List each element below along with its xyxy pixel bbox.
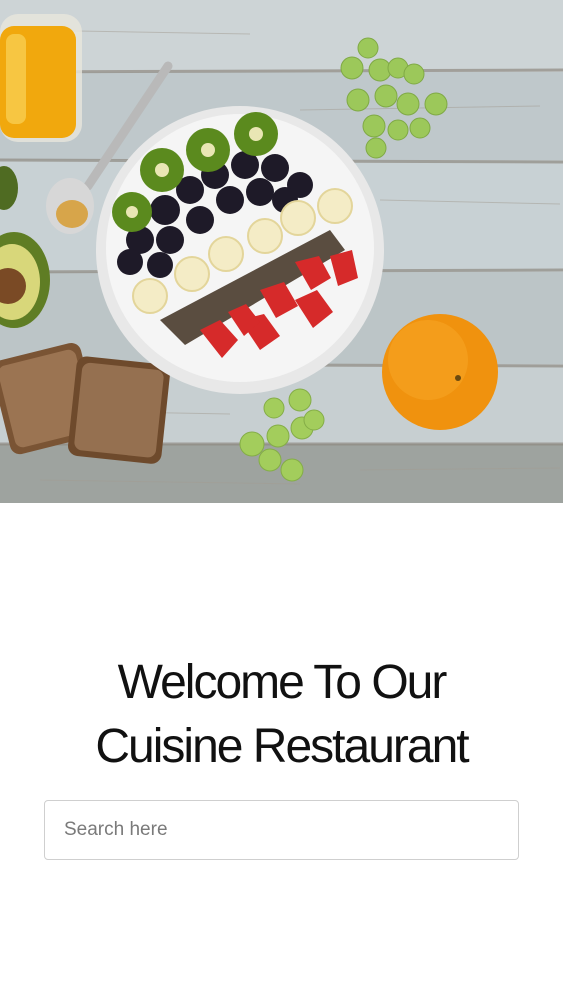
- welcome-section: Welcome To Our Cuisine Restaurant: [0, 503, 563, 1002]
- title-line-2: Cuisine Restaurant: [95, 720, 469, 773]
- search-input[interactable]: [45, 801, 518, 859]
- search-box[interactable]: [44, 800, 519, 860]
- hero-image: [0, 0, 563, 503]
- title-line-1: Welcome To Our: [117, 656, 448, 709]
- page-title: Welcome To Our Cuisine Restaurant: [0, 651, 563, 779]
